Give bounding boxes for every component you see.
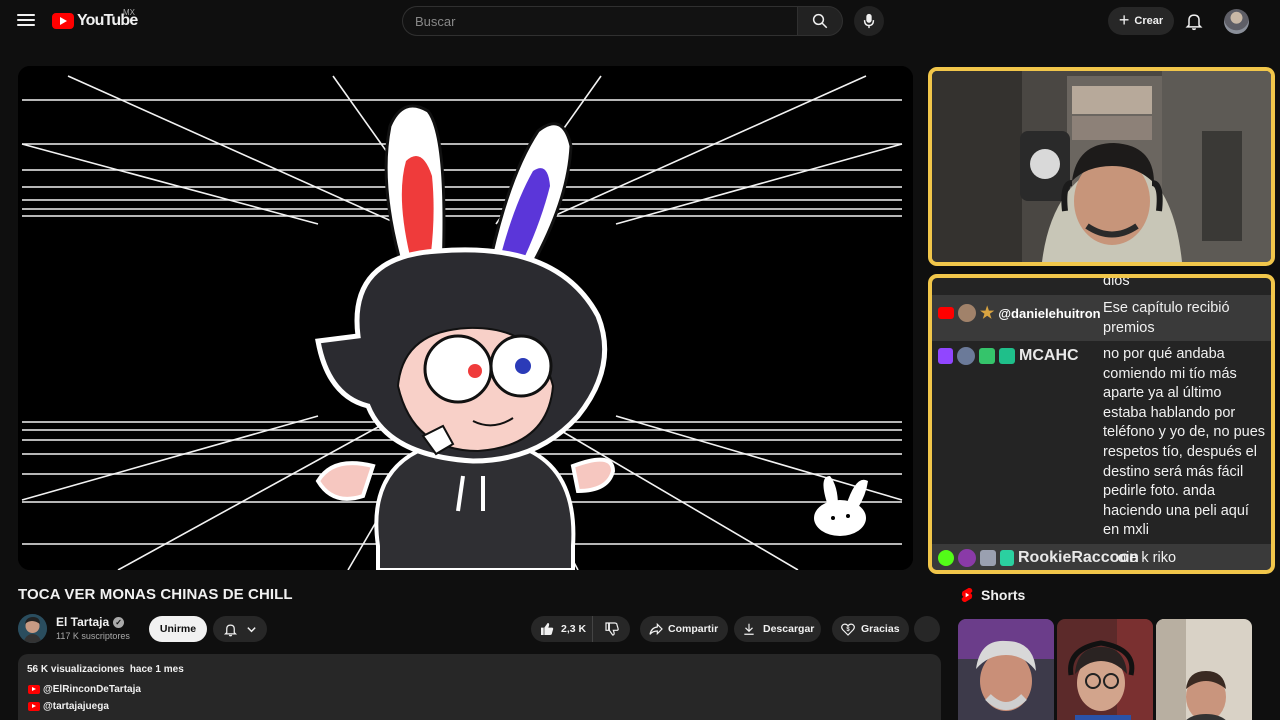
chat-message: oie k riko bbox=[1118, 550, 1177, 566]
svg-text:$: $ bbox=[846, 627, 850, 633]
subscription-notifications-button[interactable] bbox=[213, 616, 267, 642]
thanks-button[interactable]: $ Gracias bbox=[832, 616, 909, 642]
star-badge-icon: ★ bbox=[980, 305, 995, 322]
chat-message: Ese capítulo recibió premios bbox=[1103, 300, 1230, 336]
search-icon bbox=[812, 13, 828, 29]
view-stats: 56 K visualizaciones hace 1 mes bbox=[27, 664, 184, 675]
youtube-play-icon bbox=[52, 13, 74, 29]
share-button[interactable]: Compartir bbox=[640, 616, 728, 642]
sword-badge-icon bbox=[979, 348, 995, 364]
dislike-button[interactable] bbox=[593, 616, 630, 642]
channel-link[interactable]: @ElRinconDeTartaja bbox=[28, 684, 141, 695]
like-dislike-group: 2,3 K bbox=[531, 616, 630, 642]
short-thumbnail-image bbox=[1057, 619, 1153, 720]
chat-user: ★ @danielehuitron bbox=[938, 303, 1101, 323]
create-button[interactable]: + Crear bbox=[1108, 7, 1174, 35]
user-avatar bbox=[957, 347, 975, 365]
video-title: TOCA VER MONAS CHINAS DE CHILL bbox=[18, 586, 293, 603]
download-label: Descargar bbox=[763, 623, 815, 635]
channel-link[interactable]: @tartajajuega bbox=[28, 701, 109, 712]
account-avatar[interactable] bbox=[1224, 9, 1249, 34]
gift-badge-icon bbox=[1000, 550, 1014, 566]
short-thumbnail[interactable] bbox=[958, 619, 1054, 720]
channel-link-text: @tartajajuega bbox=[43, 701, 109, 712]
notifications-button[interactable] bbox=[1184, 11, 1204, 31]
microphone-icon bbox=[863, 13, 875, 29]
chat-user: RookieRaccoon bbox=[938, 549, 1139, 567]
chat-message-row: ★ @danielehuitron Ese capítulo recibió p… bbox=[932, 295, 1271, 341]
webcam-scene bbox=[932, 71, 1271, 262]
bell-icon bbox=[223, 623, 238, 636]
chat-user: MCAHC bbox=[938, 347, 1079, 365]
verified-icon: ✓ bbox=[113, 616, 125, 628]
search-button[interactable] bbox=[797, 6, 843, 36]
short-thumbnail[interactable] bbox=[1057, 619, 1153, 720]
thumbs-down-icon bbox=[604, 622, 619, 636]
like-count: 2,3 K bbox=[561, 623, 587, 635]
chat-message-row: RookieRaccoon oie k riko bbox=[932, 544, 1271, 570]
kick-badge-icon bbox=[938, 550, 954, 566]
youtube-watch-page: YouTube MX + Crear bbox=[0, 0, 1280, 720]
channel-name-text: El Tartaja bbox=[56, 615, 110, 629]
menu-icon[interactable] bbox=[16, 11, 36, 31]
shorts-heading: Shorts bbox=[981, 587, 1026, 603]
youtube-badge-icon bbox=[938, 307, 954, 319]
gem-badge-icon bbox=[999, 348, 1015, 364]
create-label: Crear bbox=[1134, 15, 1164, 27]
search-box bbox=[402, 6, 797, 36]
short-thumbnail-image bbox=[1156, 619, 1252, 720]
youtube-icon bbox=[28, 685, 40, 694]
download-button[interactable]: Descargar bbox=[734, 616, 821, 642]
download-icon bbox=[744, 623, 754, 635]
user-avatar bbox=[958, 304, 976, 322]
share-icon bbox=[649, 622, 663, 636]
video-frame bbox=[18, 66, 913, 570]
search-input[interactable] bbox=[415, 7, 797, 35]
description-box[interactable]: 56 K visualizaciones hace 1 mes @ElRinco… bbox=[18, 654, 941, 720]
channel-name[interactable]: El Tartaja ✓ bbox=[56, 615, 125, 629]
chat-username: MCAHC bbox=[1019, 347, 1079, 364]
share-label: Compartir bbox=[668, 623, 719, 635]
voice-search-button[interactable] bbox=[854, 6, 884, 36]
chat-message: no por qué andaba comiendo mi tío más ap… bbox=[1103, 346, 1266, 539]
thumbs-up-icon bbox=[541, 623, 554, 635]
shorts-icon bbox=[961, 587, 973, 603]
raccoon-badge-icon bbox=[980, 550, 996, 566]
streamer-webcam bbox=[928, 67, 1275, 266]
youtube-icon bbox=[28, 702, 40, 711]
channel-link-text: @ElRinconDeTartaja bbox=[43, 684, 141, 695]
subscriber-count: 117 K suscriptores bbox=[56, 631, 130, 641]
join-button[interactable]: Unirme bbox=[149, 616, 207, 642]
short-thumbnail[interactable] bbox=[1156, 619, 1252, 720]
chat-partial-row: dios bbox=[932, 274, 1271, 294]
channel-avatar[interactable] bbox=[18, 614, 47, 643]
chat-message: dios bbox=[1103, 274, 1130, 289]
masthead: YouTube MX + Crear bbox=[0, 0, 1280, 42]
bell-icon bbox=[1185, 14, 1203, 31]
plus-icon: + bbox=[1118, 10, 1130, 30]
stream-chat-overlay: dios ★ @danielehuitron Ese capítulo reci… bbox=[928, 274, 1275, 574]
thanks-label: Gracias bbox=[861, 623, 900, 635]
short-thumbnail-image bbox=[958, 619, 1054, 720]
video-player[interactable] bbox=[18, 66, 913, 570]
like-button[interactable]: 2,3 K bbox=[531, 616, 593, 642]
channel-avatar-image bbox=[18, 614, 47, 643]
chevron-down-icon bbox=[247, 626, 256, 632]
twitch-badge-icon bbox=[938, 348, 953, 364]
chat-username: @danielehuitron bbox=[998, 305, 1101, 321]
chat-message-row: MCAHC no por qué andaba comiendo mi tío … bbox=[932, 341, 1271, 541]
country-code: MX bbox=[123, 8, 135, 17]
user-avatar bbox=[958, 549, 976, 567]
heart-dollar-icon: $ bbox=[841, 623, 855, 636]
more-actions-button[interactable] bbox=[914, 616, 940, 642]
shorts-section-header: Shorts bbox=[960, 587, 1025, 603]
